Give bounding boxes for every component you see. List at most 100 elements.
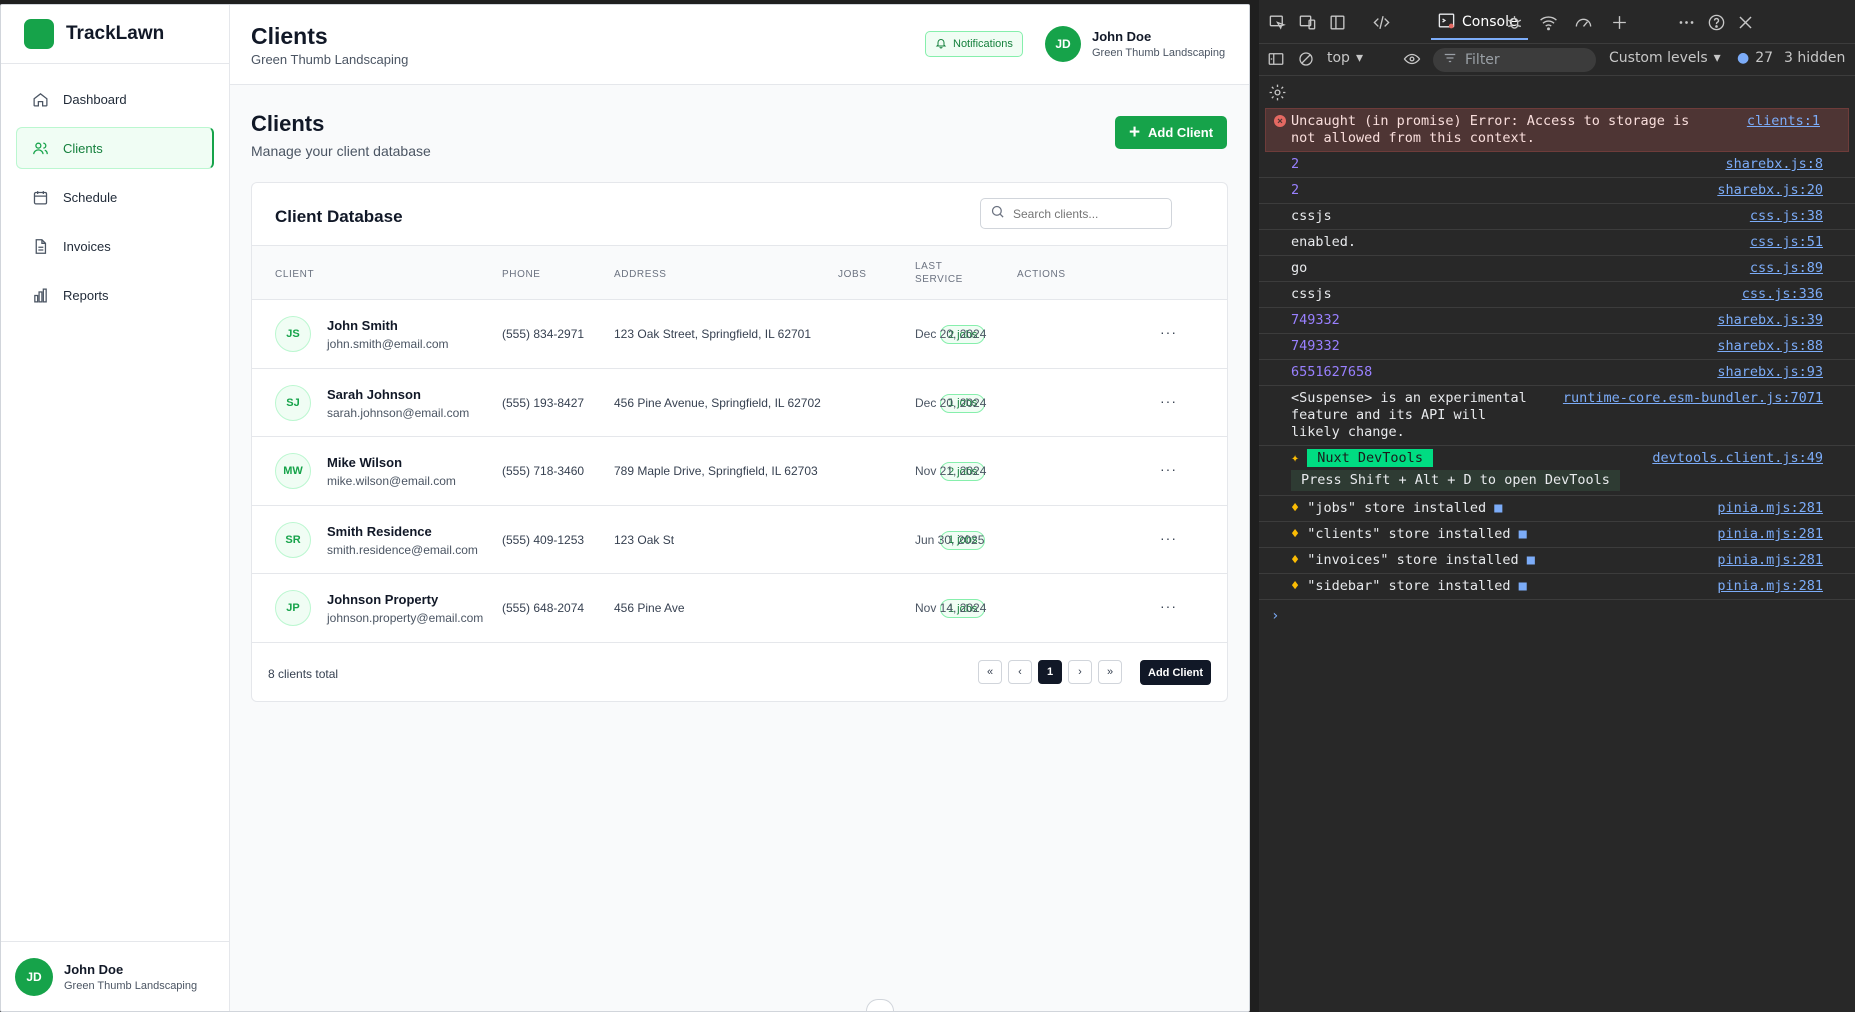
log-levels-dropdown[interactable]: Custom levels ▾: [1609, 50, 1721, 66]
log-source-link[interactable]: sharebx.js:8: [1725, 156, 1823, 173]
bug-icon[interactable]: [1504, 12, 1524, 32]
topbar-user[interactable]: JD John Doe Green Thumb Landscaping: [1045, 26, 1225, 62]
brand[interactable]: TrackLawn: [1, 5, 229, 64]
live-expression-eye-icon[interactable]: [1403, 50, 1421, 68]
log-entry[interactable]: ♦ "invoices" store installed ■ pinia.mjs:…: [1259, 548, 1855, 574]
log-source-link[interactable]: pinia.mjs:281: [1717, 552, 1823, 569]
log-entry[interactable]: ✦ Nuxt DevTools devtools.client.js:49 Pr…: [1259, 446, 1855, 496]
first-page-button[interactable]: «: [978, 660, 1002, 684]
add-client-button[interactable]: + Add Client: [1115, 116, 1227, 149]
client-name[interactable]: Smith Residence: [327, 524, 432, 539]
elements-tab-icon[interactable]: [1371, 12, 1391, 32]
close-devtools-icon[interactable]: [1735, 12, 1755, 32]
log-entry[interactable]: cssjs css.js:336: [1259, 282, 1855, 308]
client-name[interactable]: Johnson Property: [327, 592, 438, 607]
log-entry[interactable]: ♦ "clients" store installed ■ pinia.mjs:2…: [1259, 522, 1855, 548]
sidebar-item-invoices[interactable]: Invoices: [16, 225, 214, 267]
log-entry[interactable]: go css.js:89: [1259, 256, 1855, 282]
column-actions: ACTIONS: [1017, 269, 1066, 280]
log-source-link[interactable]: sharebx.js:39: [1717, 312, 1823, 329]
sidebar-user[interactable]: JD John Doe Green Thumb Landscaping: [1, 941, 229, 1011]
log-source-link[interactable]: css.js:336: [1742, 286, 1823, 303]
log-entry[interactable]: 749332 sharebx.js:39: [1259, 308, 1855, 334]
user-org: Green Thumb Landscaping: [64, 979, 198, 992]
sidebar-item-dashboard[interactable]: Dashboard: [16, 78, 214, 120]
client-name[interactable]: Sarah Johnson: [327, 387, 421, 402]
dock-side-icon[interactable]: [1327, 12, 1347, 32]
more-tabs-plus-icon[interactable]: [1609, 12, 1629, 32]
log-source-link[interactable]: sharebx.js:88: [1717, 338, 1823, 355]
table-row[interactable]: MW Mike Wilson mike.wilson@email.com (55…: [252, 437, 1227, 506]
sidebar-toggle-icon[interactable]: [1267, 50, 1285, 68]
log-message: cssjs: [1291, 286, 1332, 302]
more-options-icon[interactable]: [1676, 12, 1696, 32]
row-actions-menu-icon[interactable]: ···: [1160, 598, 1177, 614]
log-source-link[interactable]: pinia.mjs:281: [1717, 578, 1823, 595]
log-entry[interactable]: 749332 sharebx.js:88: [1259, 334, 1855, 360]
user-org: Green Thumb Landscaping: [1092, 47, 1226, 59]
sidebar-item-clients[interactable]: Clients: [16, 127, 214, 169]
log-source-link[interactable]: sharebx.js:20: [1717, 182, 1823, 199]
log-source-link[interactable]: pinia.mjs:281: [1717, 500, 1823, 517]
performance-icon[interactable]: [1573, 12, 1593, 32]
log-source-link[interactable]: css.js:51: [1750, 234, 1823, 251]
error-entry[interactable]: × Uncaught (in promise) Error: Access to…: [1265, 108, 1849, 152]
log-entry[interactable]: enabled. css.js:51: [1259, 230, 1855, 256]
row-actions-menu-icon[interactable]: ···: [1160, 530, 1177, 546]
nuxt-devtools-toggle-icon[interactable]: [866, 999, 894, 1011]
table-row[interactable]: JP Johnson Property johnson.property@ema…: [252, 574, 1227, 643]
inspect-element-icon[interactable]: [1267, 12, 1287, 32]
gear-icon[interactable]: [1267, 82, 1287, 102]
log-source-link[interactable]: css.js:89: [1750, 260, 1823, 277]
next-page-button[interactable]: ›: [1068, 660, 1092, 684]
sidebar-item-reports[interactable]: Reports: [16, 274, 214, 316]
column-last-service[interactable]: LAST SERVICE: [915, 260, 963, 286]
table-row[interactable]: SR Smith Residence smith.residence@email…: [252, 506, 1227, 575]
row-actions-menu-icon[interactable]: ···: [1160, 324, 1177, 340]
log-entry[interactable]: ♦ "sidebar" store installed ■ pinia.mjs:2…: [1259, 574, 1855, 600]
log-source-link[interactable]: pinia.mjs:281: [1717, 526, 1823, 543]
error-source-link[interactable]: clients:1: [1747, 113, 1820, 130]
filter-input[interactable]: Filter: [1433, 48, 1596, 72]
table-row[interactable]: SJ Sarah Johnson sarah.johnson@email.com…: [252, 369, 1227, 438]
issues-counter[interactable]: ● 27: [1737, 50, 1773, 66]
page-1-button[interactable]: 1: [1038, 660, 1062, 684]
table-row[interactable]: JS John Smith john.smith@email.com (555)…: [252, 300, 1227, 369]
column-client[interactable]: CLIENT: [275, 268, 314, 281]
log-source-link[interactable]: css.js:38: [1750, 208, 1823, 225]
row-actions-menu-icon[interactable]: ···: [1160, 393, 1177, 409]
sidebar-nav: Dashboard Clients Schedule Invoices Repo…: [1, 64, 229, 316]
row-actions-menu-icon[interactable]: ···: [1160, 461, 1177, 477]
search-box[interactable]: [980, 198, 1172, 229]
users-icon: [31, 139, 49, 157]
console-prompt[interactable]: ›: [1259, 600, 1855, 625]
log-entry[interactable]: cssjs css.js:38: [1259, 204, 1855, 230]
footer-add-client-button[interactable]: Add Client: [1140, 660, 1211, 685]
sidebar-item-schedule[interactable]: Schedule: [16, 176, 214, 218]
log-entry[interactable]: 6551627658 sharebx.js:93: [1259, 360, 1855, 386]
prev-page-button[interactable]: ‹: [1008, 660, 1032, 684]
last-page-button[interactable]: »: [1098, 660, 1122, 684]
log-entry[interactable]: ♦ "jobs" store installed ■ pinia.mjs:281: [1259, 496, 1855, 522]
device-toolbar-icon[interactable]: [1297, 12, 1317, 32]
search-input[interactable]: [1013, 206, 1163, 221]
table-body: JS John Smith john.smith@email.com (555)…: [252, 300, 1227, 643]
column-address[interactable]: ADDRESS: [614, 268, 667, 281]
log-entry[interactable]: 2 sharebx.js:8: [1259, 152, 1855, 178]
log-source-link[interactable]: runtime-core.esm-bundler.js:7071: [1563, 390, 1823, 407]
log-entry[interactable]: 2 sharebx.js:20: [1259, 178, 1855, 204]
log-message: "clients" store installed: [1307, 526, 1511, 542]
network-icon[interactable]: [1538, 12, 1558, 32]
column-jobs[interactable]: JOBS: [838, 268, 867, 281]
client-name[interactable]: Mike Wilson: [327, 455, 402, 470]
notifications-button[interactable]: Notifications: [925, 31, 1023, 57]
log-source-link[interactable]: sharebx.js:93: [1717, 364, 1823, 381]
context-select[interactable]: top ▾: [1327, 50, 1363, 66]
client-name[interactable]: John Smith: [327, 318, 398, 333]
log-entry[interactable]: <Suspense> is an experimental feature an…: [1259, 386, 1855, 446]
column-phone[interactable]: PHONE: [502, 268, 541, 281]
chevron-down-icon: ▾: [1355, 50, 1363, 66]
help-icon[interactable]: [1706, 12, 1726, 32]
clear-console-icon[interactable]: [1297, 50, 1315, 68]
log-source-link[interactable]: devtools.client.js:49: [1652, 450, 1823, 467]
